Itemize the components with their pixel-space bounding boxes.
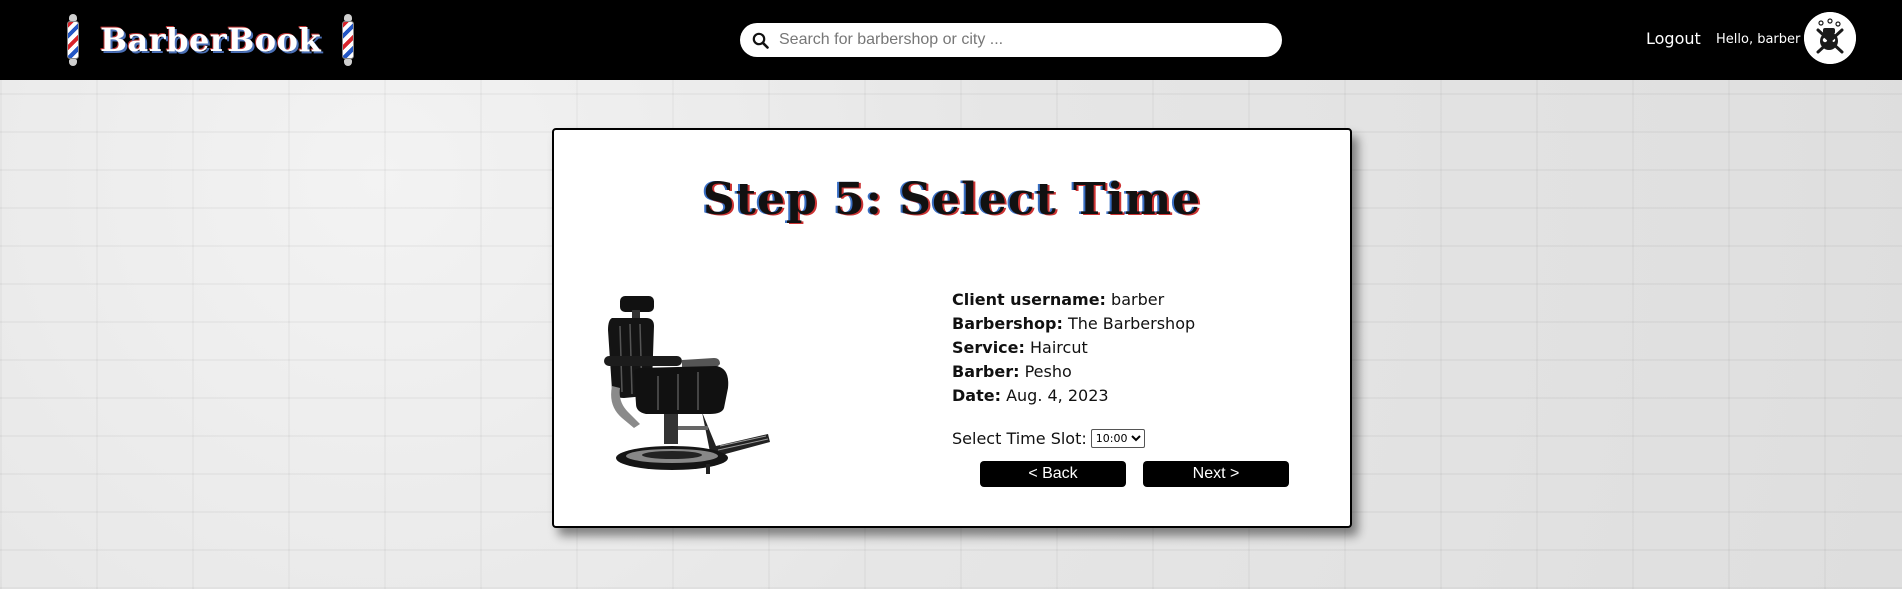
detail-service: Service: Haircut	[952, 338, 1088, 357]
user-avatar-icon	[1804, 12, 1856, 64]
time-slot-row: Select Time Slot: 10:00	[952, 429, 1145, 448]
avatar[interactable]	[1804, 12, 1856, 64]
barber-pole-icon	[64, 14, 82, 66]
detail-client-username: Client username: barber	[952, 290, 1165, 309]
search-icon	[752, 32, 769, 49]
brand-logo[interactable]: BarberBook	[64, 12, 357, 68]
page-title: Step 5: Select Time	[702, 174, 1202, 225]
detail-date: Date: Aug. 4, 2023	[952, 386, 1109, 405]
time-slot-label: Select Time Slot:	[952, 429, 1087, 448]
booking-card: Step 5: Select Time Client username: bar…	[552, 128, 1352, 528]
detail-barbershop: Barbershop: The Barbershop	[952, 314, 1196, 333]
booking-details: Client username: barber Barbershop: The …	[952, 288, 1195, 408]
time-slot-select[interactable]: 10:00	[1090, 429, 1145, 448]
barber-chair-icon	[604, 296, 770, 474]
back-button[interactable]: < Back	[980, 461, 1126, 487]
detail-barber: Barber: Pesho	[952, 362, 1072, 381]
top-navbar: BarberBook Logout Hello, barber	[0, 0, 1902, 80]
next-button[interactable]: Next >	[1143, 461, 1289, 487]
user-greeting: Hello, barber	[1716, 32, 1801, 47]
brand-name[interactable]: BarberBook	[100, 21, 321, 59]
search-bar[interactable]	[740, 23, 1282, 57]
search-input[interactable]	[777, 30, 1261, 50]
logout-link[interactable]: Logout	[1646, 29, 1701, 48]
barber-pole-icon	[339, 14, 357, 66]
